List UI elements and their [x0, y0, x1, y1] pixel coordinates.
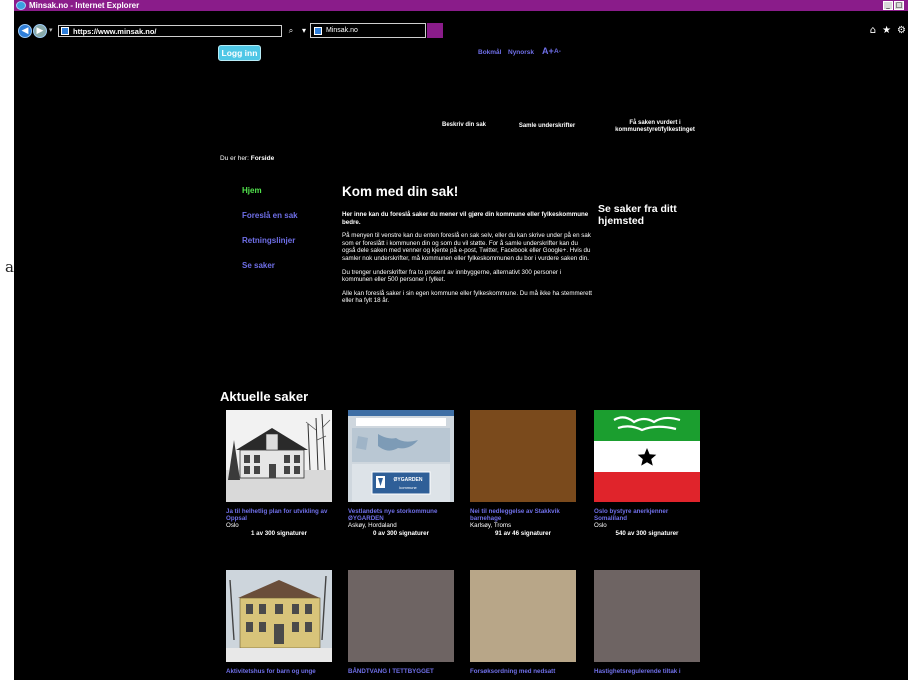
home-icon[interactable]: ⌂	[870, 25, 876, 36]
search-icon[interactable]: ⌕	[286, 25, 296, 36]
intro-paragraph: Du trenger underskrifter fra to prosent …	[342, 268, 562, 284]
intro-lead: Her inne kan du foreslå saker du mener v…	[342, 211, 589, 226]
map-image-sublabel: kommune	[399, 485, 417, 490]
case-signatures: 91 av 46 signaturer	[494, 530, 552, 537]
breadcrumb-prefix: Du er her:	[220, 155, 249, 162]
language-bokmal-link[interactable]: Bokmål	[478, 49, 501, 56]
case-title[interactable]: Oslo bystyre anerkjenner Somaliland	[594, 508, 700, 522]
font-decrease-button[interactable]: A-	[554, 48, 561, 55]
address-bar[interactable]: https://www.minsak.no/	[58, 25, 282, 37]
case-card[interactable]: Hastighetsregulerende tiltak i	[594, 570, 700, 675]
case-image-placeholder[interactable]	[470, 570, 576, 662]
menu-item-retningslinjer[interactable]: Retningslinjer	[242, 236, 295, 245]
window-title: Minsak.no - Internet Explorer	[29, 1, 140, 10]
case-image-placeholder[interactable]	[470, 410, 576, 502]
map-image-label: ØYGARDEN	[393, 477, 423, 483]
case-title[interactable]: Forsøksordning med nedsatt	[470, 668, 576, 675]
forward-button[interactable]: ▶	[33, 24, 47, 38]
case-card[interactable]: ØYGARDEN kommune Vestlandets nye storkom…	[348, 410, 454, 538]
intro-paragraph: På menyen til venstre kan du enten fores…	[342, 232, 591, 262]
case-image-placeholder[interactable]	[594, 570, 700, 662]
case-image-placeholder[interactable]	[348, 570, 454, 662]
case-title[interactable]: Hastighetsregulerende tiltak i	[594, 668, 700, 675]
current-cases-heading: Aktuelle saker	[220, 389, 309, 404]
case-signatures: 1 av 300 signaturer	[250, 530, 308, 537]
case-card[interactable]: Oslo bystyre anerkjenner Somaliland Oslo…	[594, 410, 700, 538]
new-tab-button[interactable]	[427, 23, 443, 38]
case-location: Oslo	[226, 522, 239, 529]
favorites-star-icon[interactable]: ★	[882, 25, 891, 36]
step-describe[interactable]: Beskriv din sak	[434, 122, 494, 129]
case-title[interactable]: Vestlandets nye storkommune ØYGARDEN	[348, 508, 454, 522]
case-signatures: 540 av 300 signaturer	[615, 530, 679, 537]
case-image-yellow-house[interactable]	[226, 570, 332, 662]
case-card[interactable]: Ja til helhetlig plan for utvikling av O…	[226, 410, 332, 538]
case-title[interactable]: Ja til helhetlig plan for utvikling av O…	[226, 508, 332, 522]
case-image-flag[interactable]	[594, 410, 700, 502]
login-button[interactable]: Logg inn	[218, 45, 261, 61]
case-image-map[interactable]: ØYGARDEN kommune	[348, 410, 454, 502]
page-headline: Kom med din sak!	[342, 184, 459, 199]
breadcrumb: Du er her: Forside	[220, 155, 274, 162]
url-text[interactable]: https://www.minsak.no/	[73, 27, 156, 36]
maximize-button[interactable]: □	[894, 1, 904, 10]
browser-toolbar: ◀ ▶ ▾ https://www.minsak.no/ ⌕ ▾ 🔒 ▦ Min…	[14, 11, 908, 41]
page-edge-glyph: a	[5, 258, 14, 276]
case-location: Oslo	[594, 522, 607, 529]
intro-text: Her inne kan du foreslå saker du mener v…	[342, 211, 592, 311]
step-get-assessed[interactable]: Få saken vurdert i kommunestyret/fylkest…	[606, 120, 704, 134]
site-favicon-icon	[61, 27, 69, 35]
browser-window: Minsak.no - Internet Explorer _ □ ◀ ▶ ▾ …	[14, 0, 908, 680]
browser-tab[interactable]: Minsak.no	[310, 23, 426, 38]
language-nynorsk-link[interactable]: Nynorsk	[508, 49, 534, 56]
case-card[interactable]: Aktivitetshus for barn og unge	[226, 570, 332, 675]
history-dropdown-icon[interactable]: ▾	[49, 26, 53, 34]
settings-gear-icon[interactable]: ⚙	[897, 25, 906, 36]
font-increase-button[interactable]: A+	[542, 46, 554, 56]
case-card[interactable]: BÅNDTVANG I TETTBYGGET	[348, 570, 454, 675]
dropdown-icon[interactable]: ▾	[299, 25, 309, 36]
menu-item-se-saker[interactable]: Se saker	[242, 261, 275, 270]
window-controls: _ □	[883, 1, 904, 10]
case-title[interactable]: BÅNDTVANG I TETTBYGGET	[348, 668, 454, 675]
hometown-heading[interactable]: Se saker fra ditt hjemsted	[598, 203, 708, 227]
intro-paragraph: Alle kan foreslå saker i sin egen kommun…	[342, 289, 593, 305]
window-title-bar: Minsak.no - Internet Explorer _ □	[14, 0, 908, 11]
case-card[interactable]: Nei til nedleggelse av Stakkvik barnehag…	[470, 410, 576, 538]
case-card[interactable]: Forsøksordning med nedsatt	[470, 570, 576, 675]
tab-favicon-icon	[314, 26, 322, 35]
breadcrumb-current[interactable]: Forside	[251, 155, 274, 162]
menu-item-foresla-sak[interactable]: Foreslå en sak	[242, 211, 298, 220]
internet-explorer-icon	[16, 1, 26, 10]
browser-right-icons: ⌂ ★ ⚙	[870, 25, 906, 36]
case-image-house[interactable]	[226, 410, 332, 502]
minimize-button[interactable]: _	[883, 1, 893, 10]
case-location: Askøy, Hordaland	[348, 522, 397, 529]
case-title[interactable]: Nei til nedleggelse av Stakkvik barnehag…	[470, 508, 576, 522]
case-location: Karlsøy, Troms	[470, 522, 512, 529]
tab-title: Minsak.no	[326, 27, 358, 34]
case-title[interactable]: Aktivitetshus for barn og unge	[226, 668, 332, 675]
back-button[interactable]: ◀	[18, 24, 32, 38]
case-signatures: 0 av 300 signaturer	[372, 530, 430, 537]
step-collect-signatures[interactable]: Samle underskrifter	[514, 123, 580, 130]
menu-item-hjem[interactable]: Hjem	[242, 186, 262, 195]
